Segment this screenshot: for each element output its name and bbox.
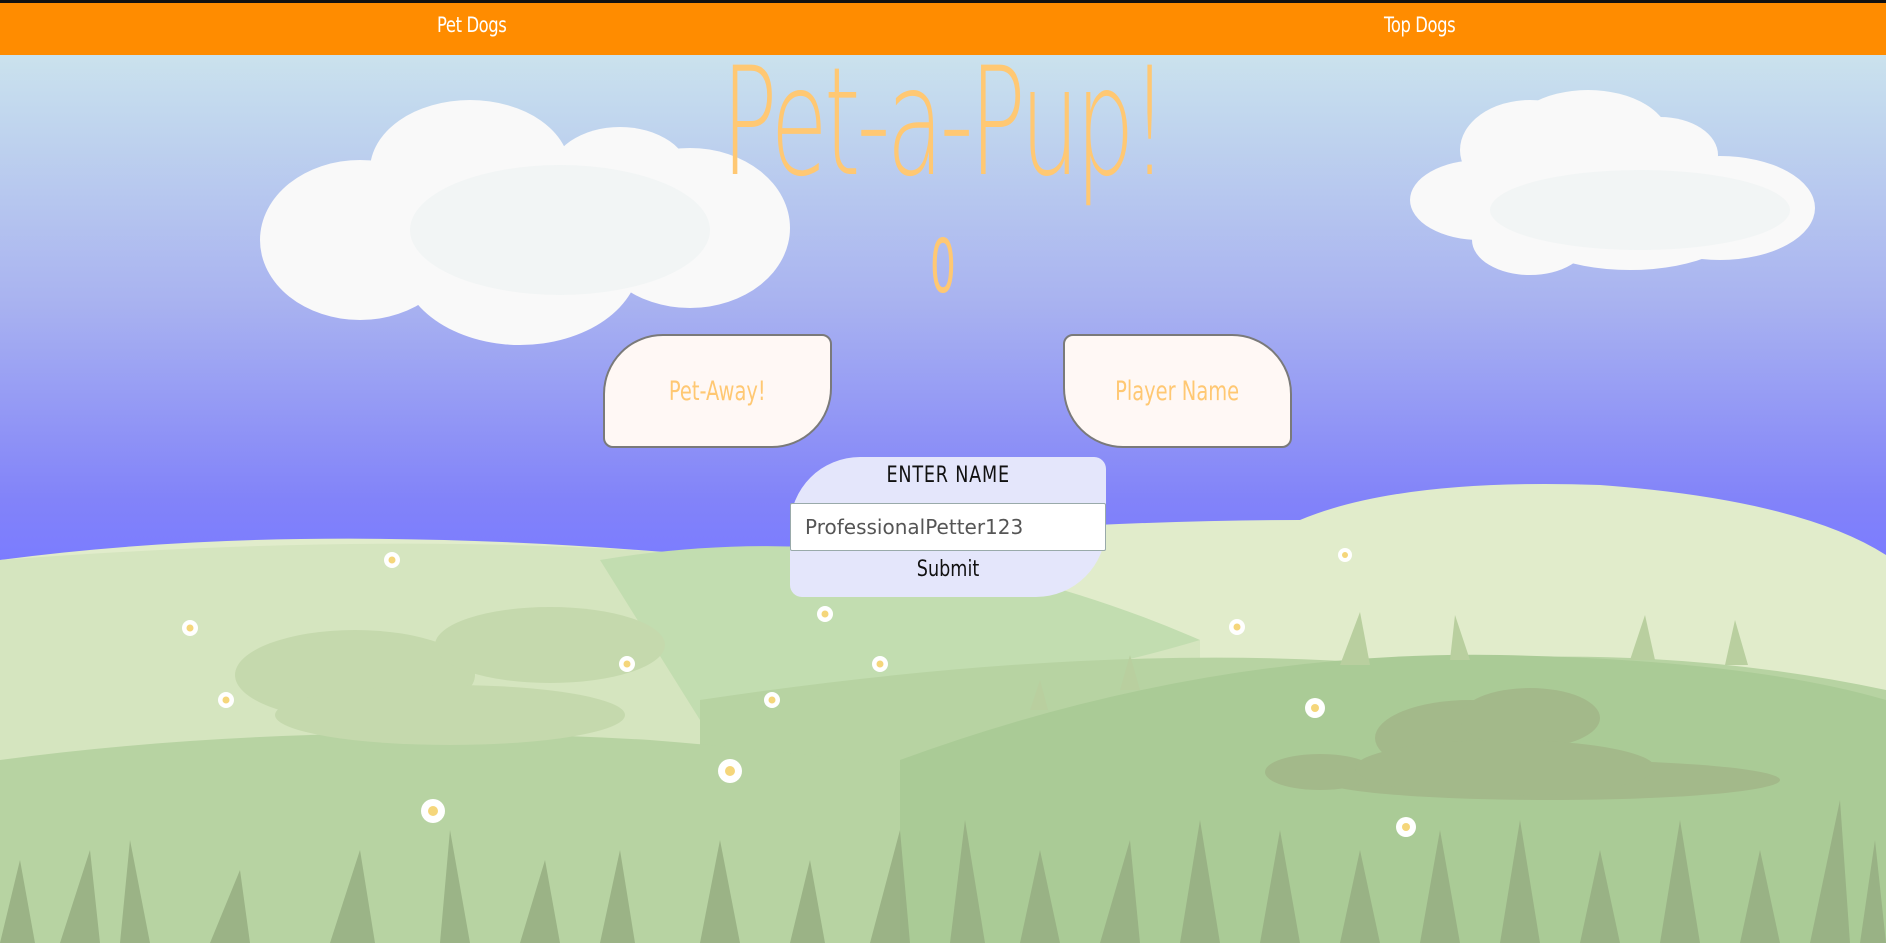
player-name-display: Player Name bbox=[1063, 334, 1292, 448]
top-nav-bar: Pet Dogs Top Dogs bbox=[0, 0, 1886, 55]
enter-name-text: ENTER NAME bbox=[886, 463, 1010, 488]
player-name-label: Player Name bbox=[1115, 375, 1240, 407]
name-entry-form: ENTER NAME Submit bbox=[790, 457, 1106, 597]
player-name-input[interactable] bbox=[790, 503, 1106, 551]
page-title: Pet-a-Pup! bbox=[721, 36, 1168, 210]
pet-away-label: Pet-Away! bbox=[669, 375, 766, 407]
pet-score-counter: 0 bbox=[930, 224, 956, 310]
submit-label: Submit bbox=[916, 557, 980, 582]
pet-away-button[interactable]: Pet-Away! bbox=[603, 334, 832, 448]
nav-top-dogs-link[interactable]: Top Dogs bbox=[1384, 13, 1456, 37]
submit-button[interactable]: Submit bbox=[790, 557, 1106, 591]
nav-pet-dogs-link[interactable]: Pet Dogs bbox=[437, 13, 507, 37]
enter-name-label: ENTER NAME bbox=[790, 463, 1106, 488]
